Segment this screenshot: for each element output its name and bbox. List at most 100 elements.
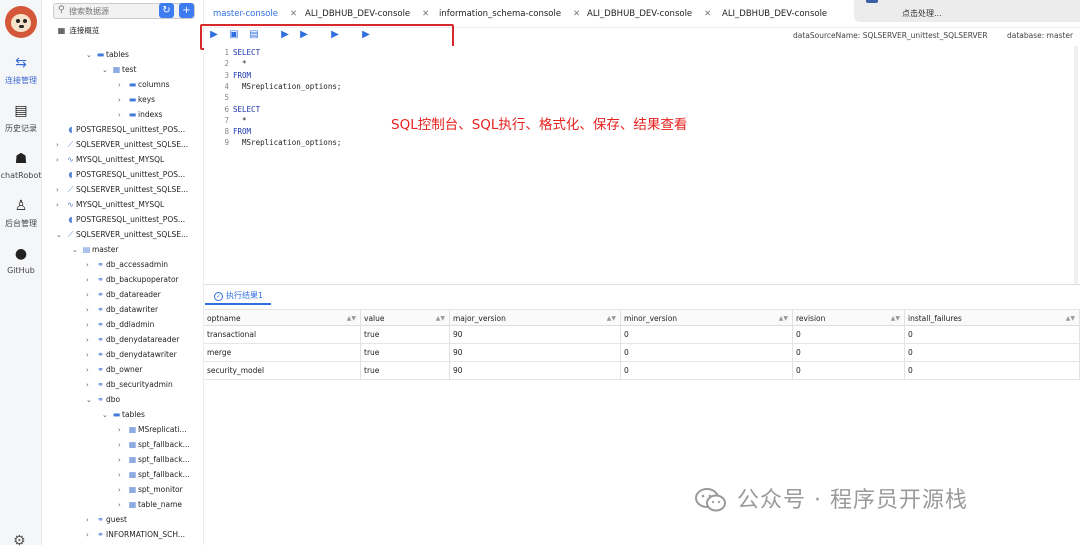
tree-node-mssql[interactable]: › ⟋ SQLSERVER_unittest_SQLSE... xyxy=(56,137,188,152)
chevron-right-icon[interactable]: › xyxy=(118,483,127,498)
tree-node-db[interactable]: ⌄ ▤ master xyxy=(72,242,118,257)
connection-overview-item[interactable]: ▦ 连接概览 xyxy=(56,23,100,38)
tree-node-schema[interactable]: › ⚭ db_owner xyxy=(86,362,142,377)
chevron-down-icon[interactable]: ⌄ xyxy=(56,228,65,243)
chevron-right-icon[interactable]: › xyxy=(118,93,127,108)
table-cell[interactable]: 0 xyxy=(621,344,793,362)
tree-node-pg[interactable]: ◖ POSTGRESQL_unittest_POS... xyxy=(56,212,185,227)
chevron-right-icon[interactable]: › xyxy=(118,453,127,468)
notification-toast[interactable]: 点击处理... xyxy=(854,0,1080,22)
chevron-down-icon[interactable]: ⌄ xyxy=(102,63,111,78)
search-input[interactable] xyxy=(69,5,159,17)
chevron-down-icon[interactable]: ⌄ xyxy=(86,48,95,63)
tab-master-console[interactable]: master-console ✕ xyxy=(213,9,297,26)
chevron-right-icon[interactable]: › xyxy=(56,183,65,198)
rail-item-connections[interactable]: ⇆ 连接管理 xyxy=(0,54,42,94)
tree-node-table[interactable]: › ▦ spt_fallback... xyxy=(118,467,190,482)
tree-node-mssql[interactable]: ⌄ ⟋ SQLSERVER_unittest_SQLSE... xyxy=(56,227,188,242)
gear-icon[interactable]: ⚙ xyxy=(13,533,26,549)
table-cell[interactable]: true xyxy=(361,362,450,380)
rail-item-chatrobot[interactable]: ☗ chatRobot xyxy=(0,150,42,190)
chevron-right-icon[interactable]: › xyxy=(56,153,65,168)
tree-node-table[interactable]: › ▦ spt_fallback... xyxy=(118,452,190,467)
column-header[interactable]: revision ▲▼ xyxy=(793,310,905,327)
run-icon[interactable]: ▶ xyxy=(329,29,341,41)
tree-node-table[interactable]: › ▦ MSreplicati... xyxy=(118,422,187,437)
chevron-right-icon[interactable]: › xyxy=(86,333,95,348)
table-cell[interactable]: 0 xyxy=(621,362,793,380)
chevron-right-icon[interactable]: › xyxy=(118,423,127,438)
chevron-right-icon[interactable]: › xyxy=(86,303,95,318)
sort-icon[interactable]: ▲▼ xyxy=(607,310,616,327)
tree-node-schema[interactable]: › ⚭ db_accessadmin xyxy=(86,257,168,272)
tree-node-folder[interactable]: › ▬ keys xyxy=(118,92,155,107)
chevron-down-icon[interactable]: ⌄ xyxy=(72,243,81,258)
editor-result-divider[interactable] xyxy=(204,284,1080,285)
tree-node-schema[interactable]: › ⚭ db_ddladmin xyxy=(86,317,154,332)
chevron-right-icon[interactable]: › xyxy=(86,348,95,363)
close-icon[interactable]: ✕ xyxy=(422,9,429,19)
rail-item-github[interactable]: ● GitHub xyxy=(0,245,42,285)
rail-item-history[interactable]: ▤ 历史记录 xyxy=(0,102,42,142)
chevron-right-icon[interactable]: › xyxy=(56,198,65,213)
tree-node-schema[interactable]: › ⚭ db_denydatareader xyxy=(86,332,179,347)
tree-node-folder[interactable]: › ▬ indexs xyxy=(118,107,162,122)
column-header[interactable]: optname ▲▼ xyxy=(204,310,361,327)
save-icon[interactable]: ▣ xyxy=(228,29,240,41)
table-cell[interactable]: 0 xyxy=(621,326,793,344)
close-icon[interactable]: ✕ xyxy=(573,9,580,19)
chevron-right-icon[interactable]: › xyxy=(86,258,95,273)
tree-node-table[interactable]: ⌄ ▦ test xyxy=(102,62,136,77)
chevron-right-icon[interactable]: › xyxy=(118,498,127,513)
tree-node-schema[interactable]: › ⚭ db_backupoperator xyxy=(86,272,179,287)
sort-icon[interactable]: ▲▼ xyxy=(779,310,788,327)
tree-node-folder[interactable]: ⌄ ▬ tables xyxy=(86,47,129,62)
table-cell[interactable]: 90 xyxy=(450,344,621,362)
run-icon[interactable]: ▶ xyxy=(279,29,291,41)
table-cell[interactable]: security_model xyxy=(204,362,361,380)
close-icon[interactable]: ✕ xyxy=(704,9,711,19)
sql-editor[interactable]: 1 SELECT 2 * 3 FROM 4 MSreplication_options; 5… xyxy=(204,46,1080,284)
chevron-right-icon[interactable]: › xyxy=(118,438,127,453)
notification-action[interactable]: 点击处理... xyxy=(902,9,1080,19)
tree-node-table[interactable]: › ▦ spt_fallback... xyxy=(118,437,190,452)
chevron-right-icon[interactable]: › xyxy=(118,78,127,93)
table-cell[interactable]: 90 xyxy=(450,326,621,344)
chevron-right-icon[interactable]: › xyxy=(86,318,95,333)
refresh-button[interactable]: ↻ xyxy=(159,3,174,18)
chevron-right-icon[interactable]: › xyxy=(86,513,95,528)
column-header[interactable]: value ▲▼ xyxy=(361,310,450,327)
run-icon[interactable]: ▶ xyxy=(298,29,310,41)
tree-node-mssql[interactable]: › ⟋ SQLSERVER_unittest_SQLSE... xyxy=(56,182,188,197)
table-cell[interactable]: merge xyxy=(204,344,361,362)
tree-node-pg[interactable]: ◖ POSTGRESQL_unittest_POS... xyxy=(56,122,185,137)
tree-node-schema[interactable]: › ⚭ db_securityadmin xyxy=(86,377,173,392)
sort-icon[interactable]: ▲▼ xyxy=(347,310,356,327)
sort-icon[interactable]: ▲▼ xyxy=(1066,310,1075,327)
sort-icon[interactable]: ▲▼ xyxy=(436,310,445,327)
table-cell[interactable]: 0 xyxy=(905,344,1080,362)
chevron-right-icon[interactable]: › xyxy=(86,288,95,303)
run-icon[interactable]: ▶ xyxy=(360,29,372,41)
tree-node-mysql[interactable]: › ∿ MYSQL_unittest_MYSQL xyxy=(56,152,164,167)
tree-node-table[interactable]: › ▦ spt_monitor xyxy=(118,482,183,497)
chevron-right-icon[interactable]: › xyxy=(86,378,95,393)
tree-node-schema[interactable]: › ⚭ INFORMATION_SCH... xyxy=(86,527,185,542)
result-tab[interactable]: ✓ 执行结果1 xyxy=(214,290,263,301)
tree-node-folder[interactable]: ⌄ ▬ tables xyxy=(102,407,145,422)
table-cell[interactable]: 90 xyxy=(450,362,621,380)
tree-node-schema[interactable]: › ⚭ guest xyxy=(86,512,127,527)
tree-node-schema[interactable]: ⌄ ⚭ dbo xyxy=(86,392,120,407)
column-header[interactable]: major_version ▲▼ xyxy=(450,310,621,327)
chevron-down-icon[interactable]: ⌄ xyxy=(102,408,111,423)
rail-item-admin[interactable]: ♙ 后台管理 xyxy=(0,197,42,237)
tree-node-table[interactable]: › ▦ table_name xyxy=(118,497,182,512)
format-icon[interactable]: ▤ xyxy=(248,29,260,41)
chevron-right-icon[interactable]: › xyxy=(56,138,65,153)
tree-node-schema[interactable]: › ⚭ db_datareader xyxy=(86,287,161,302)
tree-node-folder[interactable]: › ▬ columns xyxy=(118,77,170,92)
tree-node-schema[interactable]: › ⚭ db_datawriter xyxy=(86,302,158,317)
column-header[interactable]: install_failures ▲▼ xyxy=(905,310,1080,327)
table-row[interactable]: transactional true 90 0 0 0 xyxy=(204,326,1080,344)
add-datasource-button[interactable]: + xyxy=(179,3,194,18)
